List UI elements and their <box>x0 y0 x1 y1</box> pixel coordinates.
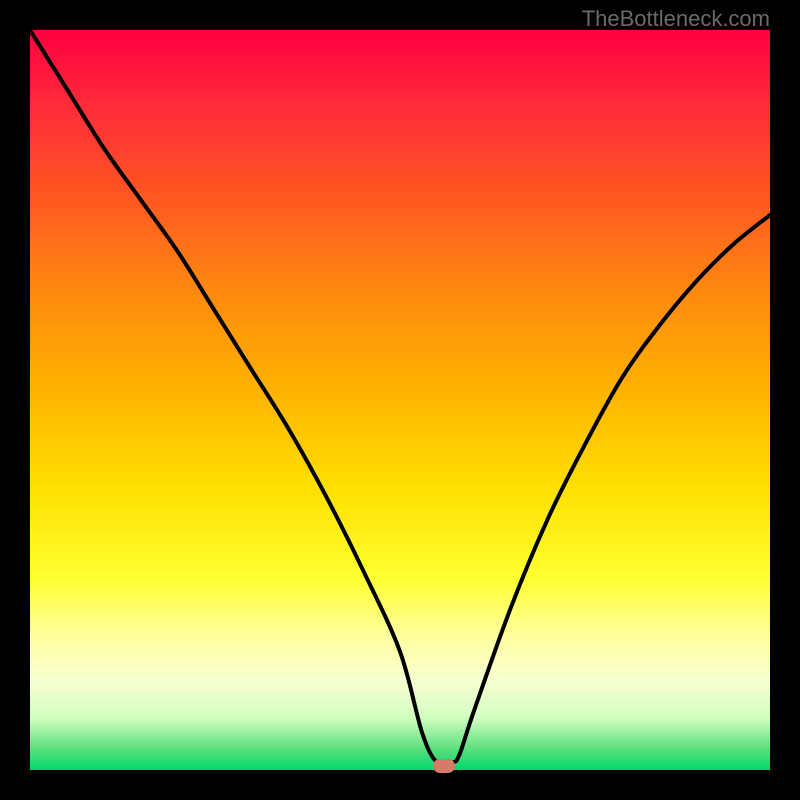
optimal-marker <box>433 759 455 773</box>
curve-path <box>30 30 770 765</box>
plot-area <box>30 30 770 770</box>
watermark-text: TheBottleneck.com <box>582 6 770 32</box>
chart-container: TheBottleneck.com <box>0 0 800 800</box>
curve-svg <box>30 30 770 770</box>
